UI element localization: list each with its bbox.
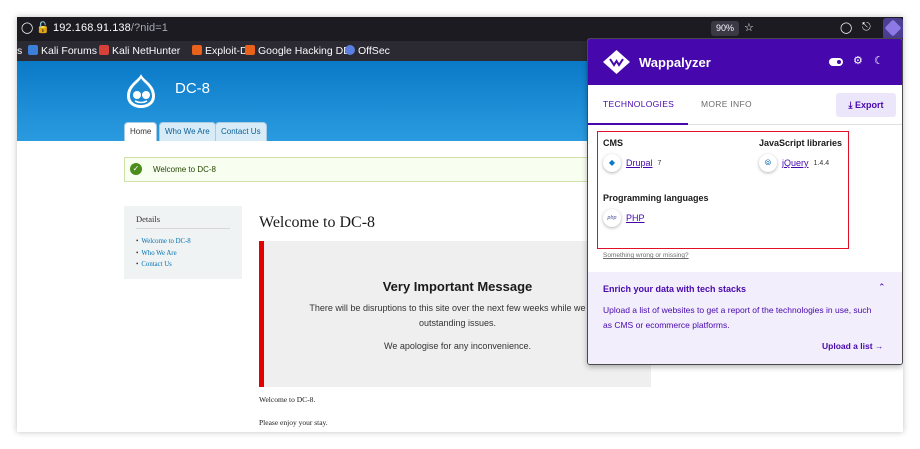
wappalyzer-extension-button[interactable] [883, 18, 903, 40]
bookmark-label: Kali Forums [41, 45, 98, 57]
highlight-box [597, 131, 849, 249]
divider [136, 228, 230, 229]
url-text[interactable]: 192.168.91.138/?nid=1 [53, 22, 168, 34]
page-title: Welcome to DC-8 [259, 214, 376, 231]
sidebar-details: Details Welcome to DC-8 Who We Are Conta… [124, 206, 242, 279]
sidebar-title: Details [136, 214, 161, 224]
sidebar-menu: Welcome to DC-8 Who We Are Contact Us [136, 236, 191, 271]
category-javascript-libraries: JavaScript libraries [759, 138, 843, 148]
tech-name[interactable]: Drupal [626, 158, 653, 168]
browser-window: ◯ 🔓 192.168.91.138/?nid=1 90% ☆ ◯ ⎋ s Ka… [17, 17, 903, 432]
tab-contact-us[interactable]: Contact Us [215, 122, 267, 141]
url-host: 192.168.91.138 [53, 22, 131, 34]
extensions-icon[interactable]: ⎋ [862, 21, 871, 34]
tech-version: 7 [657, 159, 662, 167]
bookmark-label: Kali NetHunter [112, 45, 181, 57]
bookmark-kali-nethunter[interactable]: Kali NetHunter [99, 45, 180, 57]
jquery-icon: ⦾ [759, 154, 777, 172]
upload-list-link[interactable]: Upload a list → [822, 341, 883, 351]
site-name[interactable]: DC-8 [175, 80, 210, 97]
tech-name[interactable]: jQuery [782, 158, 809, 168]
bookmark-label: Google Hacking DB [258, 45, 351, 57]
tab-who-we-are[interactable]: Who We Are [159, 122, 216, 141]
lock-icon[interactable]: 🔓 [36, 21, 50, 34]
category-programming-languages: Programming languages [603, 193, 709, 203]
wappalyzer-popup: Wappalyzer ⚙ ☾ TECHNOLOGIES MORE INFO ⤓ … [587, 38, 903, 365]
export-button[interactable]: ⤓ Export [836, 93, 896, 117]
wappalyzer-tabs: TECHNOLOGIES MORE INFO ⤓ Export [588, 85, 902, 125]
drupal-logo-icon[interactable] [124, 73, 158, 109]
sidebar-link-contact-us[interactable]: Contact Us [136, 259, 191, 271]
toggle-switch[interactable] [829, 58, 843, 66]
category-cms: CMS [603, 138, 623, 148]
body-paragraph: Please enjoy your stay. [259, 418, 328, 427]
tab-home[interactable]: Home [124, 122, 158, 141]
url-path: /?nid=1 [130, 22, 168, 34]
tech-jquery[interactable]: ⦾ jQuery 1.4.4 [759, 154, 829, 172]
php-icon: php [603, 209, 621, 227]
tech-version: 1.4.4 [813, 159, 830, 167]
sidebar-link-welcome[interactable]: Welcome to DC-8 [136, 236, 190, 248]
export-label: Export [854, 100, 884, 110]
theme-moon-icon[interactable]: ☾ [874, 54, 884, 67]
tab-technologies[interactable]: TECHNOLOGIES [603, 99, 674, 109]
nethunter-icon [99, 45, 109, 55]
bookmark-kali-forums[interactable]: Kali Forums [28, 45, 97, 57]
enrich-panel: Enrich your data with tech stacks ⌃ Uplo… [588, 272, 902, 364]
wappalyzer-icon [884, 19, 902, 37]
status-text: Welcome to DC-8 [153, 165, 216, 174]
bookmark-label: OffSec [358, 45, 390, 57]
tech-drupal[interactable]: ◆ Drupal 7 [603, 154, 661, 172]
tech-name[interactable]: PHP [626, 213, 645, 223]
bookmark-offsec[interactable]: OffSec [345, 45, 390, 57]
upload-list-label: Upload a list [822, 341, 873, 351]
enrich-title[interactable]: Enrich your data with tech stacks [603, 284, 746, 294]
shield-icon[interactable]: ◯ [21, 21, 33, 34]
pocket-icon[interactable]: ◯ [840, 21, 852, 34]
checkmark-icon: ✓ [130, 163, 142, 175]
status-message: ✓ Welcome to DC-8 [124, 157, 604, 182]
enrich-description: Upload a list of websites to get a repor… [603, 305, 872, 330]
wappalyzer-brand: Wappalyzer [639, 55, 711, 70]
arrow-right-icon: → [874, 341, 884, 351]
bookmark-star-icon[interactable]: ☆ [744, 21, 754, 34]
ghdb-icon [245, 45, 255, 55]
zoom-level[interactable]: 90% [711, 21, 740, 36]
wappalyzer-logo-icon [603, 50, 630, 74]
active-tab-indicator [588, 123, 688, 125]
offsec-icon [345, 45, 355, 55]
bookmark-google-hacking-db[interactable]: Google Hacking DB [245, 45, 350, 57]
bookmark-partial[interactable]: s [17, 45, 22, 57]
drupal-icon: ◆ [603, 154, 621, 172]
report-issue-link[interactable]: Something wrong or missing? [603, 252, 689, 259]
settings-gear-icon[interactable]: ⚙ [853, 54, 863, 67]
sidebar-link-who-we-are[interactable]: Who We Are [136, 248, 191, 260]
tab-more-info[interactable]: MORE INFO [701, 99, 752, 109]
exploit-db-icon [192, 45, 202, 55]
wappalyzer-header: Wappalyzer ⚙ ☾ [588, 39, 902, 85]
screenshot-frame: ◯ 🔓 192.168.91.138/?nid=1 90% ☆ ◯ ⎋ s Ka… [0, 0, 920, 449]
chevron-up-icon[interactable]: ⌃ [878, 282, 886, 293]
tech-php[interactable]: php PHP [603, 209, 645, 227]
kali-icon [28, 45, 38, 55]
body-paragraph: Welcome to DC-8. [259, 395, 316, 404]
